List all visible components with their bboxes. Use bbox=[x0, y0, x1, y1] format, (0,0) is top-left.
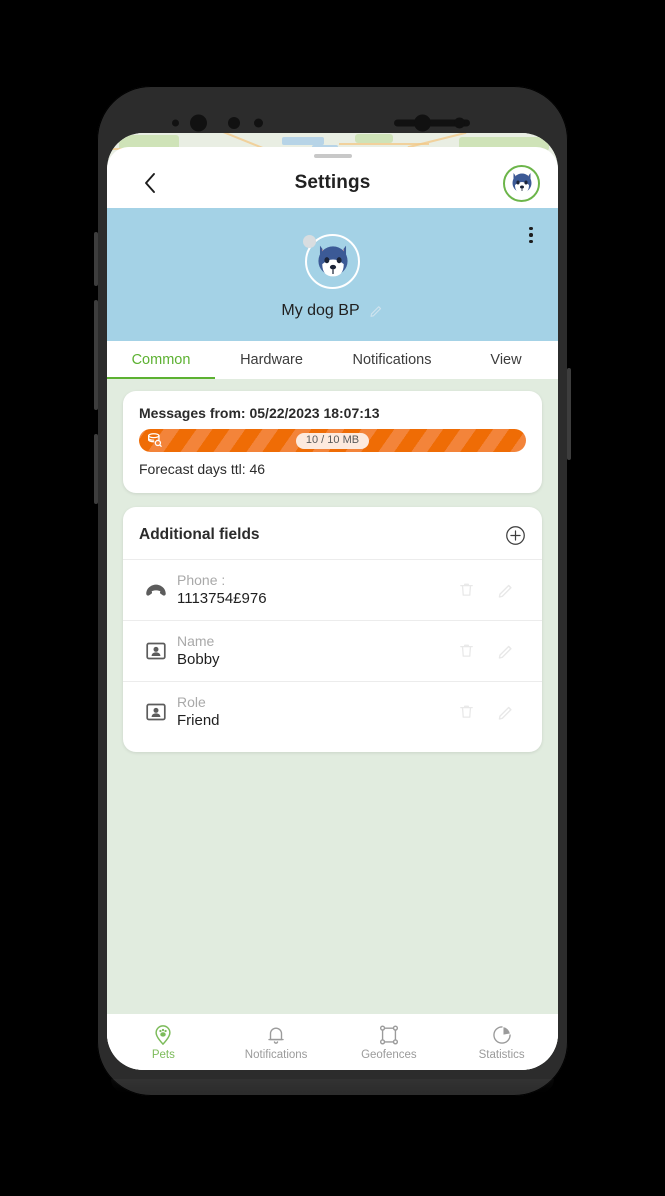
nav-item-notifications[interactable]: Notifications bbox=[220, 1024, 333, 1061]
map-water-1 bbox=[282, 137, 324, 145]
storage-usage-badge: 10 / 10 MB bbox=[295, 432, 370, 449]
field-row-name[interactable]: Name Bobby bbox=[123, 620, 542, 681]
bottom-navigation-bar[interactable]: Pets Notifications Geofences Statistics bbox=[107, 1014, 558, 1070]
volume-up-button[interactable] bbox=[94, 232, 98, 286]
pie-chart-icon bbox=[492, 1025, 511, 1044]
edit-field-button[interactable] bbox=[486, 697, 526, 727]
field-texts: Role Friend bbox=[173, 694, 446, 729]
volume-down-button[interactable] bbox=[94, 300, 98, 410]
storage-progress-bar: 10 / 10 MB bbox=[139, 429, 526, 452]
tab-notifications-label: Notifications bbox=[352, 352, 432, 368]
pencil-icon bbox=[498, 645, 512, 659]
dog-face-icon bbox=[317, 245, 348, 277]
nav-label: Pets bbox=[151, 1048, 175, 1061]
sensor-dot-small-1 bbox=[172, 119, 179, 127]
storage-card: Messages from: 05/22/2023 18:07:13 10 / … bbox=[123, 391, 542, 493]
settings-sheet: Settings My dog BP Common Hardware Notif… bbox=[107, 147, 558, 1070]
field-value: 1113754£976 bbox=[177, 590, 267, 607]
sensor-dot-small-2 bbox=[254, 118, 263, 128]
more-vertical-icon-dot1 bbox=[529, 226, 533, 231]
pencil-icon bbox=[498, 584, 512, 598]
proximity-sensor bbox=[414, 114, 431, 132]
trash-icon bbox=[459, 705, 473, 718]
field-label: Role bbox=[177, 694, 206, 710]
field-texts: Phone : 1113754£976 bbox=[173, 572, 446, 607]
edit-field-button[interactable] bbox=[486, 575, 526, 605]
nav-label: Notifications bbox=[244, 1048, 308, 1061]
additional-fields-title: Additional fields bbox=[139, 526, 260, 543]
nav-item-geofences[interactable]: Geofences bbox=[333, 1024, 446, 1061]
power-button[interactable] bbox=[567, 368, 571, 460]
pencil-icon[interactable] bbox=[369, 303, 384, 318]
nav-label: Statistics bbox=[478, 1048, 525, 1061]
phone-icon bbox=[139, 577, 173, 603]
dog-face-icon bbox=[512, 173, 531, 193]
chevron-left-icon bbox=[145, 173, 155, 193]
tab-notifications[interactable]: Notifications bbox=[328, 341, 456, 379]
pet-banner: My dog BP bbox=[107, 208, 558, 341]
phone-screen: Settings My dog BP Common Hardware Notif… bbox=[107, 133, 558, 1070]
settings-tab-bar[interactable]: Common Hardware Notifications View bbox=[107, 341, 558, 379]
page-title: Settings bbox=[294, 172, 371, 193]
delete-field-button[interactable] bbox=[446, 636, 486, 666]
plus-circle-icon bbox=[505, 525, 525, 545]
field-texts: Name Bobby bbox=[173, 633, 446, 668]
trash-icon bbox=[459, 583, 473, 596]
front-camera bbox=[190, 114, 207, 132]
pencil-icon bbox=[498, 706, 512, 720]
tab-hardware[interactable]: Hardware bbox=[215, 341, 328, 379]
tab-hardware-label: Hardware bbox=[240, 352, 303, 368]
sensor-dot-small-3 bbox=[454, 117, 465, 129]
database-icon bbox=[145, 432, 163, 450]
additional-fields-card: Additional fields Phone: 1113754£976 Na… bbox=[123, 507, 542, 752]
messages-from-text: Messages from: 05/22/2023 18:07:13 bbox=[139, 405, 380, 421]
field-row-phone[interactable]: Phone : 1113754£976 bbox=[123, 559, 542, 620]
additional-fields-header: Additional fields bbox=[123, 507, 542, 559]
nav-label: Geofences bbox=[361, 1048, 417, 1061]
pet-name-row: My dog BP bbox=[281, 302, 383, 320]
contact-card-icon bbox=[139, 639, 173, 663]
trash-icon bbox=[459, 644, 473, 657]
add-field-button[interactable] bbox=[504, 524, 526, 546]
map-park-area-2 bbox=[355, 134, 393, 143]
header-pet-avatar[interactable] bbox=[503, 164, 540, 202]
field-value: Friend bbox=[177, 712, 220, 729]
field-value: Bobby bbox=[177, 651, 220, 668]
app-bar: Settings bbox=[107, 158, 558, 208]
geofence-square-icon bbox=[379, 1025, 398, 1044]
bell-icon bbox=[268, 1027, 284, 1044]
edit-field-button[interactable] bbox=[486, 636, 526, 666]
pet-name: My dog BP bbox=[281, 301, 360, 319]
tab-common[interactable]: Common bbox=[107, 341, 215, 379]
tab-view[interactable]: View bbox=[456, 341, 556, 379]
more-vertical-icon-dot2 bbox=[529, 233, 533, 237]
overflow-menu-button[interactable] bbox=[518, 220, 544, 250]
tab-common-label: Common bbox=[131, 352, 191, 368]
field-label: Name bbox=[177, 633, 215, 649]
paw-pin-icon bbox=[155, 1024, 171, 1045]
back-button[interactable] bbox=[135, 168, 165, 198]
sensor-dot-medium bbox=[228, 117, 240, 129]
nav-item-statistics[interactable]: Statistics bbox=[445, 1024, 558, 1061]
forecast-days-text: Forecast days ttl: 46 bbox=[139, 461, 266, 477]
assistant-button[interactable] bbox=[94, 434, 98, 504]
nav-item-pets[interactable]: Pets bbox=[107, 1024, 220, 1061]
contact-card-icon bbox=[139, 700, 173, 724]
pet-avatar-wrap[interactable] bbox=[303, 233, 360, 289]
delete-field-button[interactable] bbox=[446, 575, 486, 605]
tab-view-label: View bbox=[490, 352, 522, 368]
more-vertical-icon-dot3 bbox=[529, 239, 533, 244]
field-row-role[interactable]: Role Friend bbox=[123, 681, 542, 742]
pet-status-dot bbox=[303, 234, 316, 248]
field-label: Phone : bbox=[177, 572, 226, 588]
delete-field-button[interactable] bbox=[446, 697, 486, 727]
map-road-4 bbox=[407, 133, 467, 149]
settings-content: Messages from: 05/22/2023 18:07:13 10 / … bbox=[107, 379, 558, 1014]
